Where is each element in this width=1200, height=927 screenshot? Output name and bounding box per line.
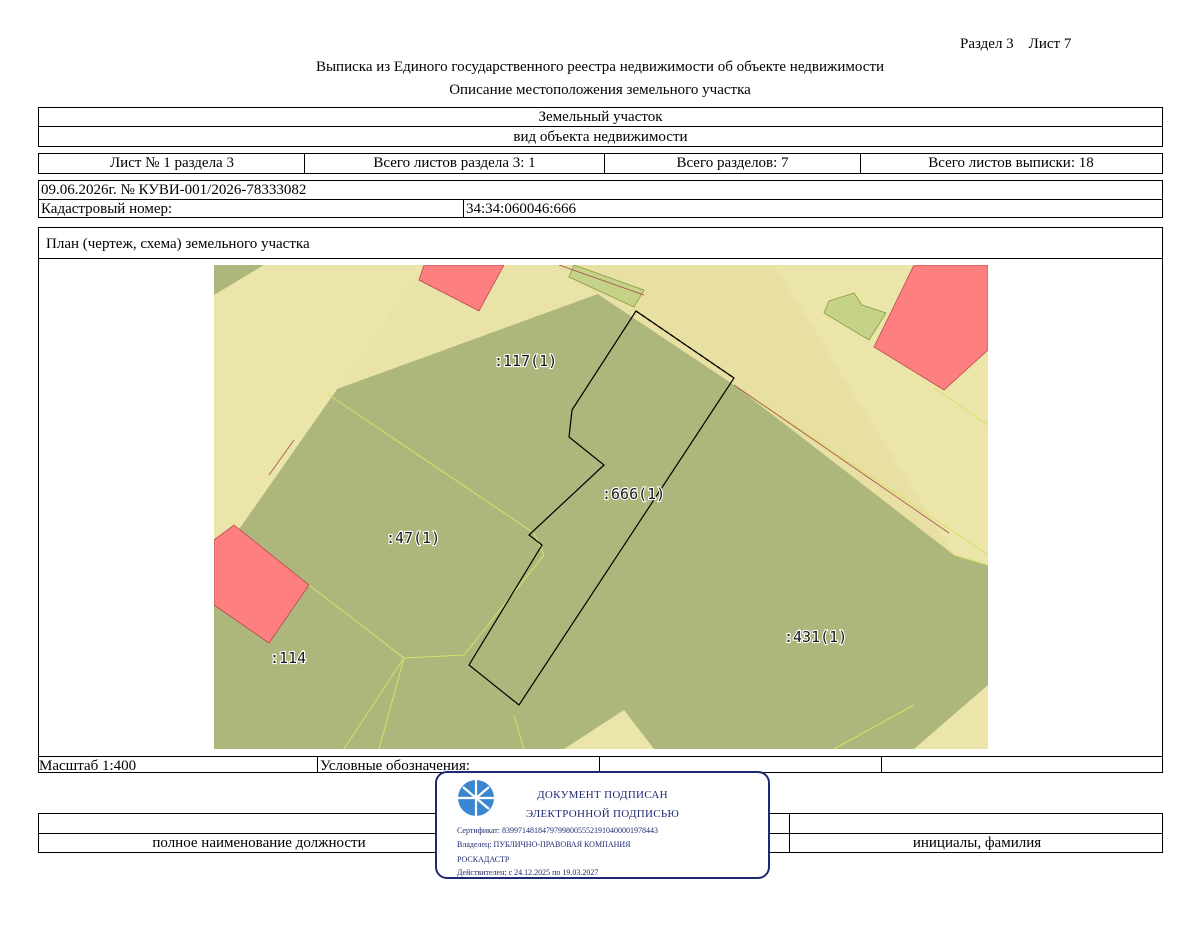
divider xyxy=(317,756,318,772)
extract-date-number: 09.06.2026г. № КУВИ-001/2026-78333082 xyxy=(41,182,307,198)
divider xyxy=(881,756,882,772)
stamp-line-1: ДОКУМЕНТ ПОДПИСАН xyxy=(537,789,668,801)
divider xyxy=(39,199,1162,200)
electronic-signature-stamp: ДОКУМЕНТ ПОДПИСАН ЭЛЕКТРОННОЙ ПОДПИСЬЮ С… xyxy=(435,771,770,879)
sheet-info-row: Лист № 1 раздела 3 Всего листов раздела … xyxy=(38,153,1163,174)
stamp-owner-2: РОСКАДАСТР xyxy=(457,855,510,864)
sheet-number: Лист № 1 раздела 3 xyxy=(110,155,234,171)
total-sections: Всего разделов: 7 xyxy=(676,155,789,171)
parcel-label-47: :47(1) xyxy=(386,529,440,547)
stamp-owner: Владелец: ПУБЛИЧНО-ПРАВОВАЯ КОМПАНИЯ xyxy=(457,840,631,849)
cadastral-number-label: Кадастровый номер: xyxy=(41,201,173,217)
document-title: Выписка из Единого государственного реес… xyxy=(315,59,885,75)
position-caption: полное наименование должности xyxy=(152,835,366,851)
parcel-label-666: :666(1) xyxy=(602,485,665,503)
name-caption: инициалы, фамилия xyxy=(912,835,1042,851)
object-type-caption: вид объекта недвижимости xyxy=(513,129,688,145)
parcel-label-117: :117(1) xyxy=(494,352,557,370)
object-type-box: Земельный участок вид объекта недвижимос… xyxy=(38,107,1163,147)
document-subtitle: Описание местоположения земельного участ… xyxy=(449,82,751,98)
divider xyxy=(789,814,790,852)
parcel-label-114: :114 xyxy=(270,649,306,667)
stamp-line-2: ЭЛЕКТРОННОЙ ПОДПИСЬЮ xyxy=(525,808,680,820)
total-extract-sheets: Всего листов выписки: 18 xyxy=(928,155,1094,171)
divider xyxy=(599,756,600,772)
divider xyxy=(39,258,1162,259)
object-type-value: Земельный участок xyxy=(538,109,663,125)
parcel-label-431: :431(1) xyxy=(784,628,847,646)
divider xyxy=(463,199,464,217)
plan-caption: План (чертеж, схема) земельного участка xyxy=(46,236,310,252)
cadastral-map: :117(1) :666(1) :47(1) :431(1) :114 xyxy=(214,265,988,749)
total-section-sheets: Всего листов раздела 3: 1 xyxy=(373,155,536,171)
registration-box: 09.06.2026г. № КУВИ-001/2026-78333082 Ка… xyxy=(38,180,1163,218)
section-sheet-label: Раздел 3 Лист 7 xyxy=(960,36,1072,52)
divider xyxy=(39,756,1162,757)
stamp-certificate: Сертификат: 8399714818479799800555219104… xyxy=(457,826,658,835)
cadastral-number-value: 34:34:060046:666 xyxy=(466,201,577,217)
divider xyxy=(39,126,1162,127)
scale-label: Масштаб 1:400 xyxy=(39,758,137,774)
stamp-validity: Действителен: с 24.12.2025 по 19.03.2027 xyxy=(457,868,599,877)
